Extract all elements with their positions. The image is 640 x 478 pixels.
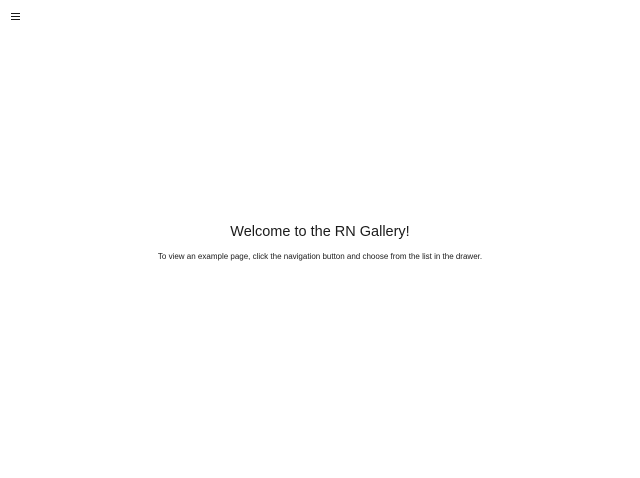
- app-window: Welcome to the RN Gallery! To view an ex…: [0, 0, 640, 478]
- welcome-content: Welcome to the RN Gallery! To view an ex…: [0, 222, 640, 263]
- page-title: Welcome to the RN Gallery!: [230, 224, 410, 240]
- page-subtitle: To view an example page, click the navig…: [157, 252, 483, 261]
- hamburger-menu-icon: [10, 12, 20, 20]
- navigation-button[interactable]: [6, 8, 24, 24]
